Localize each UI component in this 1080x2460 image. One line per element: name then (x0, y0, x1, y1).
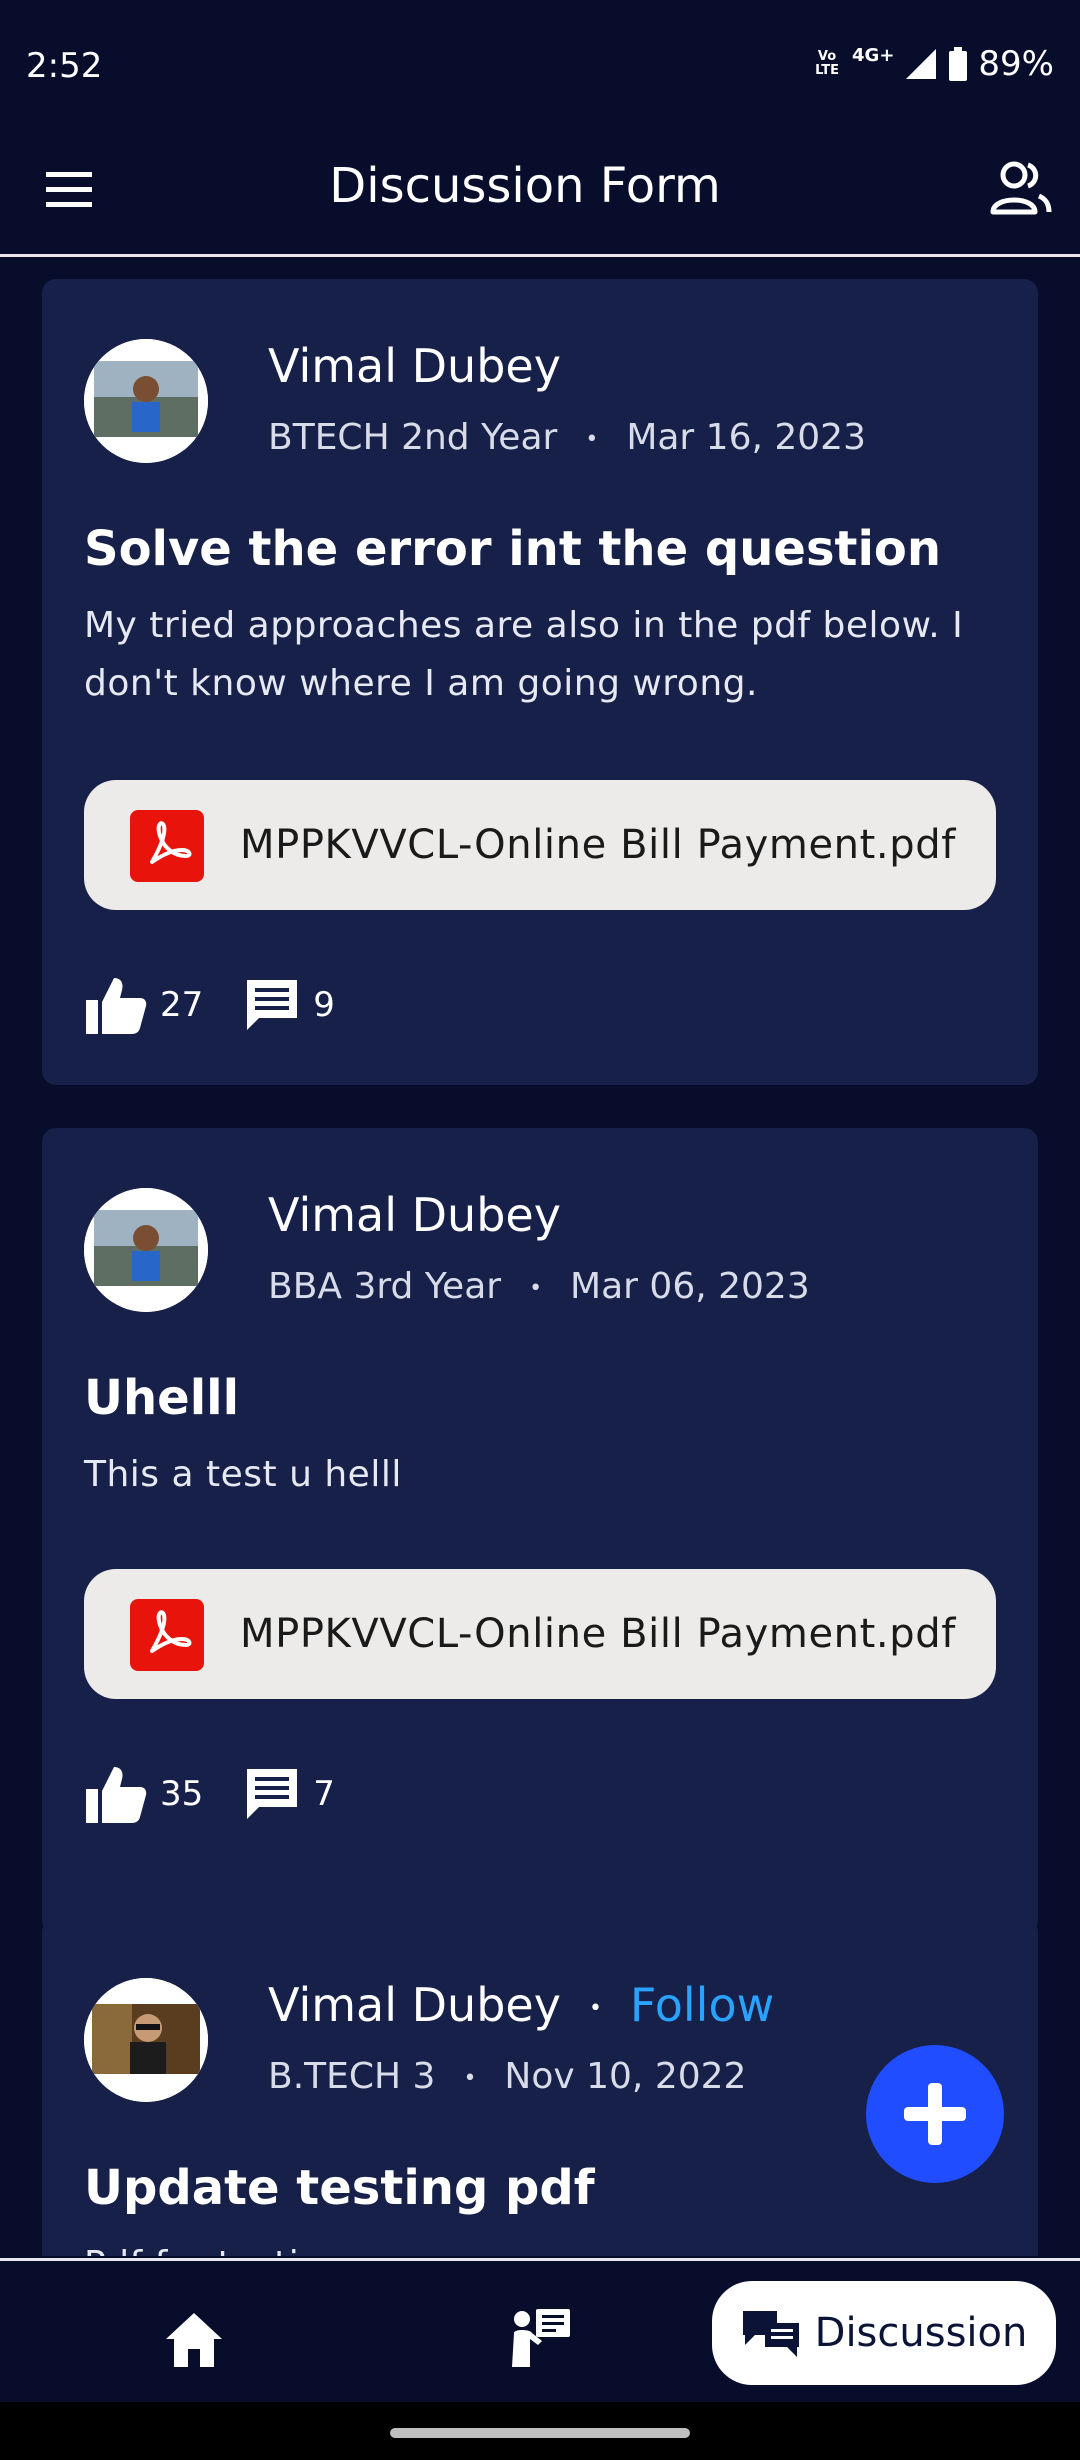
bottom-navigation: Discussion (0, 2258, 1080, 2405)
like-count: 27 (160, 985, 204, 1025)
battery-icon (949, 47, 968, 81)
volte-indicator: Vo LTE (815, 49, 839, 78)
battery-level: 89% (978, 44, 1054, 84)
comment-count: 7 (313, 1774, 335, 1814)
post-meta: B.TECH 3 • Nov 10, 2022 (268, 2056, 746, 2097)
post-meta: BBA 3rd Year • Mar 06, 2023 (268, 1266, 810, 1307)
author-name-text[interactable]: Vimal Dubey (268, 1978, 561, 2032)
post-actions: 27 9 (84, 973, 335, 1037)
add-post-button[interactable] (866, 2045, 1004, 2183)
post-date: Mar 16, 2023 (626, 417, 866, 458)
comment-icon[interactable] (243, 976, 301, 1034)
post-title[interactable]: Solve the error int the question (84, 521, 941, 577)
page-title: Discussion Form (329, 158, 721, 214)
author-course: B.TECH 3 (268, 2056, 436, 2097)
post-actions: 35 7 (84, 1762, 335, 1826)
post-card[interactable]: Vimal Dubey BTECH 2nd Year • Mar 16, 2023 … (42, 279, 1038, 1085)
status-time: 2:52 (26, 46, 103, 86)
separator-dot: • (588, 1996, 602, 2021)
nav-discussion[interactable]: Discussion (712, 2281, 1056, 2385)
separator-dot: • (585, 426, 599, 452)
system-navigation-bar (0, 2402, 1080, 2460)
post-body: My tried approaches are also in the pdf … (84, 605, 964, 704)
post-date: Nov 10, 2022 (504, 2056, 747, 2097)
post-card[interactable]: Vimal Dubey BBA 3rd Year • Mar 06, 2023 Uh… (42, 1128, 1038, 1934)
follow-button[interactable]: Follow (630, 1978, 774, 2032)
status-bar: 2:52 Vo LTE 4G+ 89% (0, 0, 1080, 130)
pdf-attachment[interactable]: MPPKVVCL-Online Bill Payment.pdf (84, 1569, 996, 1699)
comment-icon[interactable] (243, 1765, 301, 1823)
author-name[interactable]: Vimal Dubey (268, 1188, 561, 1242)
network-type: 4G+ (852, 44, 895, 66)
author-name[interactable]: Vimal Dubey (268, 339, 561, 393)
signal-icon (906, 49, 937, 79)
post-body: Pdf for testing (84, 2236, 984, 2256)
post-title[interactable]: Update testing pdf (84, 2160, 595, 2216)
forum-icon (742, 2311, 799, 2357)
home-icon[interactable] (162, 2309, 226, 2369)
author-course: BTECH 2nd Year (268, 417, 558, 458)
pdf-icon (130, 1599, 204, 1671)
post-date: Mar 06, 2023 (570, 1266, 810, 1307)
comment-count: 9 (313, 985, 335, 1025)
people-icon[interactable] (990, 160, 1052, 216)
pdf-icon (130, 810, 204, 882)
app-bar: Discussion Form (0, 130, 1080, 257)
attachment-filename: MPPKVVCL-Online Bill Payment.pdf (240, 822, 956, 868)
avatar[interactable] (84, 1188, 208, 1312)
status-icons: Vo LTE 4G+ 89% (812, 44, 1054, 84)
post-meta: BTECH 2nd Year • Mar 16, 2023 (268, 417, 866, 458)
pdf-attachment[interactable]: MPPKVVCL-Online Bill Payment.pdf (84, 780, 996, 910)
teacher-icon[interactable] (508, 2305, 572, 2369)
separator-dot: • (529, 1275, 543, 1301)
gesture-home-indicator[interactable] (390, 2428, 690, 2438)
author-course: BBA 3rd Year (268, 1266, 502, 1307)
avatar[interactable] (84, 1978, 208, 2102)
author-name[interactable]: Vimal Dubey • Follow (268, 1978, 774, 2032)
post-title[interactable]: Uhelll (84, 1370, 239, 1426)
thumbs-up-icon[interactable] (84, 1763, 148, 1825)
avatar[interactable] (84, 339, 208, 463)
attachment-filename: MPPKVVCL-Online Bill Payment.pdf (240, 1611, 956, 1657)
thumbs-up-icon[interactable] (84, 974, 148, 1036)
discussion-feed[interactable]: Vimal Dubey BTECH 2nd Year • Mar 16, 2023 … (0, 257, 1080, 2256)
like-count: 35 (160, 1774, 204, 1814)
separator-dot: • (463, 2065, 477, 2091)
nav-discussion-label: Discussion (814, 2310, 1028, 2356)
post-body: This a test u helll (84, 1454, 402, 1495)
plus-icon (904, 2083, 966, 2145)
